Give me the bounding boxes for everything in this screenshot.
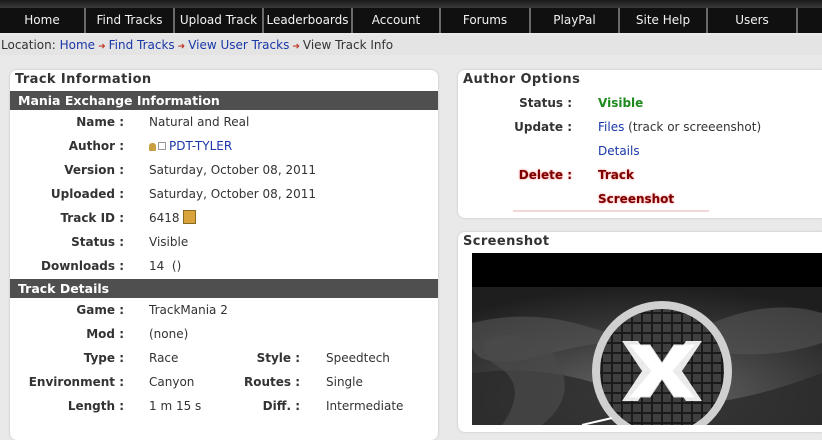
environment-label: Environment : bbox=[28, 375, 124, 389]
length-label: Length : bbox=[67, 399, 124, 413]
row-ao-status: Status : Visible bbox=[458, 91, 822, 115]
user-icon bbox=[149, 143, 156, 151]
trackid-label: Track ID : bbox=[60, 211, 124, 225]
row-ao-delete: Delete : Track bbox=[458, 163, 822, 187]
row-game: Game : TrackMania 2 bbox=[10, 298, 438, 322]
author-link[interactable]: PDT-TYLER bbox=[169, 139, 232, 153]
row-uploaded: Uploaded : Saturday, October 08, 2011 bbox=[10, 182, 438, 206]
info-icon[interactable] bbox=[158, 142, 166, 150]
row-env-routes: Environment : Canyon Routes : Single bbox=[10, 370, 438, 394]
row-ao-update: Update : Files (track or screeenshot) bbox=[458, 115, 822, 139]
divider bbox=[513, 210, 709, 212]
nav-users[interactable]: Users bbox=[708, 8, 798, 33]
arrow-right-icon: ➜ bbox=[177, 42, 186, 52]
breadcrumb-label: Location: bbox=[1, 38, 56, 52]
version-label: Version : bbox=[64, 163, 124, 177]
uploaded-label: Uploaded : bbox=[50, 187, 124, 201]
ao-status-label: Status : bbox=[519, 96, 572, 110]
row-track-id: Track ID : 6418 bbox=[10, 206, 438, 230]
files-note: (track or screeenshot) bbox=[624, 120, 762, 134]
files-link[interactable]: Files bbox=[598, 120, 624, 134]
track-screenshot-image[interactable] bbox=[472, 253, 822, 425]
copy-icon[interactable] bbox=[183, 210, 197, 224]
type-label: Type : bbox=[83, 351, 124, 365]
game-value: TrackMania 2 bbox=[149, 303, 228, 317]
track-information-panel: Track Information Mania Exchange Informa… bbox=[10, 70, 438, 440]
top-banner-strip bbox=[0, 0, 822, 8]
style-label: Style : bbox=[256, 351, 300, 365]
length-value: 1 m 15 s bbox=[149, 399, 202, 413]
row-author: Author : PDT-TYLER bbox=[10, 134, 438, 158]
row-name: Name : Natural and Real bbox=[10, 110, 438, 134]
ao-status-value: Visible bbox=[598, 96, 644, 110]
row-ao-delete-shot: Screenshot bbox=[458, 187, 822, 211]
trackid-value: 6418 bbox=[149, 211, 180, 225]
delete-label: Delete : bbox=[518, 168, 572, 182]
environment-value: Canyon bbox=[149, 375, 195, 389]
main-nav: Home Find Tracks Upload Track Leaderboar… bbox=[0, 8, 822, 33]
nav-account[interactable]: Account bbox=[353, 8, 441, 33]
row-type-style: Type : Race Style : Speedtech bbox=[10, 346, 438, 370]
nav-upload-track[interactable]: Upload Track bbox=[175, 8, 264, 33]
row-length-diff: Length : 1 m 15 s Diff. : Intermediate bbox=[10, 394, 438, 418]
breadcrumb-view-user-tracks[interactable]: View User Tracks bbox=[188, 38, 289, 52]
author-options-panel: Author Options Status : Visible Update : F… bbox=[458, 70, 822, 218]
mod-value: (none) bbox=[149, 327, 189, 341]
row-ao-details: Details bbox=[458, 139, 822, 163]
nav-forums[interactable]: Forums bbox=[441, 8, 531, 33]
breadcrumb: Location: Home ➜ Find Tracks ➜ View User Tra… bbox=[0, 35, 822, 55]
breadcrumb-home[interactable]: Home bbox=[60, 38, 95, 52]
panel-title: Screenshot bbox=[463, 234, 550, 249]
section-mania-exchange-info: Mania Exchange Information bbox=[10, 91, 438, 110]
row-status: Status : Visible bbox=[10, 230, 438, 254]
delete-track-link[interactable]: Track bbox=[598, 163, 634, 187]
section-track-details: Track Details bbox=[10, 279, 438, 298]
downloads-value: 14 () bbox=[149, 259, 182, 273]
style-value: Speedtech bbox=[326, 351, 390, 365]
breadcrumb-current: View Track Info bbox=[302, 38, 394, 52]
name-label: Name : bbox=[76, 115, 124, 129]
breadcrumb-find-tracks[interactable]: Find Tracks bbox=[109, 38, 175, 52]
version-value: Saturday, October 08, 2011 bbox=[149, 163, 316, 177]
downloads-label: Downloads : bbox=[41, 259, 124, 273]
diff-value: Intermediate bbox=[326, 399, 404, 413]
mod-label: Mod : bbox=[86, 327, 124, 341]
routes-value: Single bbox=[326, 375, 363, 389]
uploaded-value: Saturday, October 08, 2011 bbox=[149, 187, 316, 201]
nav-leaderboards[interactable]: Leaderboards bbox=[264, 8, 353, 33]
panel-title: Author Options bbox=[463, 72, 581, 87]
nav-site-help[interactable]: Site Help bbox=[620, 8, 708, 33]
nav-home[interactable]: Home bbox=[0, 8, 86, 33]
details-link[interactable]: Details bbox=[598, 139, 640, 163]
game-label: Game : bbox=[76, 303, 124, 317]
status-value: Visible bbox=[149, 235, 189, 249]
type-value: Race bbox=[149, 351, 179, 365]
routes-label: Routes : bbox=[243, 375, 300, 389]
row-mod: Mod : (none) bbox=[10, 322, 438, 346]
arrow-right-icon: ➜ bbox=[292, 42, 300, 52]
ao-update-label: Update : bbox=[514, 120, 572, 134]
arrow-right-icon: ➜ bbox=[98, 42, 106, 52]
diff-label: Diff. : bbox=[262, 399, 300, 413]
name-value: Natural and Real bbox=[149, 115, 250, 129]
nav-find-tracks[interactable]: Find Tracks bbox=[86, 8, 175, 33]
row-downloads: Downloads : 14 () bbox=[10, 254, 438, 278]
author-label: Author : bbox=[68, 139, 124, 153]
status-label: Status : bbox=[71, 235, 124, 249]
panel-title: Track Information bbox=[15, 72, 152, 87]
nav-overflow[interactable] bbox=[798, 8, 822, 33]
nav-playpal[interactable]: PlayPal bbox=[531, 8, 620, 33]
row-version: Version : Saturday, October 08, 2011 bbox=[10, 158, 438, 182]
delete-screenshot-link[interactable]: Screenshot bbox=[598, 187, 674, 211]
